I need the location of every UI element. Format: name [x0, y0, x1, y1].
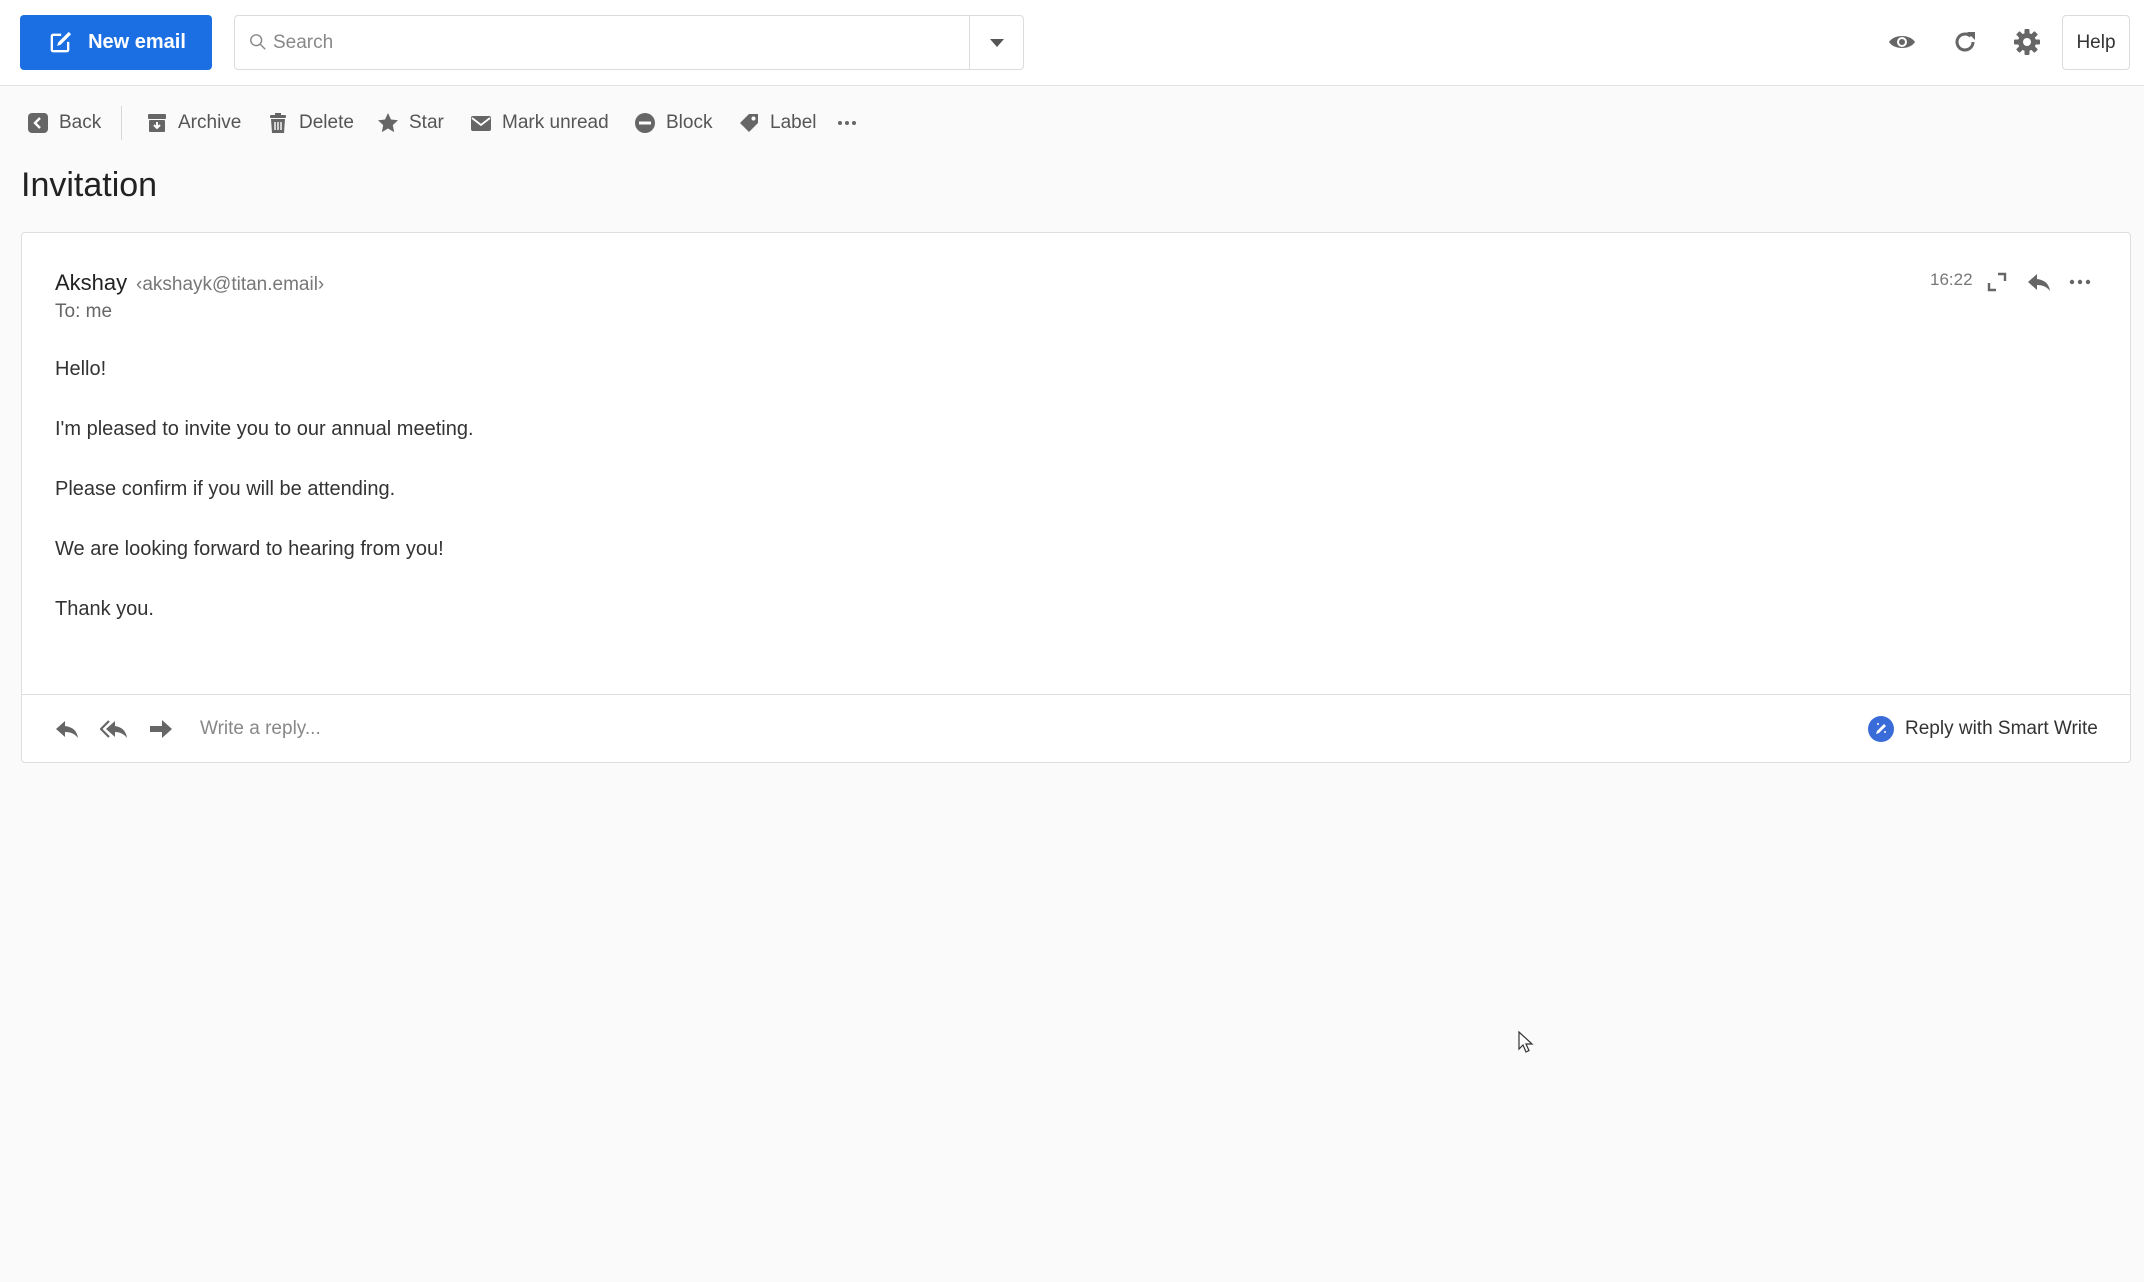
reply-all-icon	[100, 720, 127, 738]
body-line: Thank you.	[55, 598, 154, 620]
reply-action-button[interactable]	[52, 715, 82, 743]
delete-label: Delete	[299, 112, 354, 133]
message-toolbar: Back Archive Delete Star Mark unread Blo…	[0, 100, 2144, 146]
reply-icon	[2028, 274, 2050, 291]
gear-icon	[2014, 29, 2040, 55]
envelope-icon	[471, 116, 491, 131]
compose-icon	[50, 31, 72, 52]
more-horizontal-icon	[2069, 279, 2091, 285]
message-body: Hello! I'm pleased to invite you to our …	[55, 339, 474, 639]
reply-icon	[56, 721, 78, 738]
email-subject: Invitation	[21, 166, 158, 204]
reply-input[interactable]	[200, 709, 1400, 749]
back-button[interactable]: Back	[27, 100, 101, 146]
smart-write-icon	[1868, 716, 1894, 742]
trash-icon	[270, 113, 286, 133]
expand-button[interactable]	[1982, 267, 2012, 297]
top-bar: New email Search Help	[0, 0, 2144, 86]
settings-button[interactable]	[2010, 25, 2044, 59]
archive-button[interactable]: Archive	[146, 100, 241, 146]
archive-icon	[148, 114, 166, 132]
search-options-dropdown[interactable]	[969, 16, 1023, 69]
search-input[interactable]	[273, 16, 963, 69]
forward-button[interactable]	[146, 715, 176, 743]
quick-reply-bar: Reply with Smart Write	[22, 694, 2130, 762]
body-line: Please confirm if you will be attending.	[55, 478, 396, 500]
body-line: We are looking forward to hearing from y…	[55, 538, 444, 560]
sender-email[interactable]: ‹akshayk@titan.email›	[136, 274, 324, 295]
search-icon	[250, 34, 266, 50]
sender-line: Akshay ‹akshayk@titan.email›	[55, 270, 324, 296]
refresh-icon	[1955, 32, 1975, 52]
reply-all-button[interactable]	[99, 715, 129, 743]
new-email-label: New email	[88, 31, 186, 53]
body-line: Hello!	[55, 358, 107, 380]
more-horizontal-icon	[838, 121, 856, 125]
caret-down-icon	[989, 38, 1004, 47]
archive-label: Archive	[178, 112, 242, 133]
tag-icon	[740, 114, 758, 132]
mouse-cursor-icon	[1518, 1031, 1534, 1053]
help-button[interactable]: Help	[2062, 15, 2130, 70]
message-time: 16:22	[1930, 270, 1973, 289]
forward-arrow-icon	[150, 720, 172, 738]
block-icon	[635, 113, 655, 133]
toolbar-divider	[121, 106, 122, 140]
recipient-line: To: me	[55, 301, 113, 322]
star-button[interactable]: Star	[377, 100, 444, 146]
expand-icon	[1987, 272, 2007, 292]
message-card: Akshay ‹akshayk@titan.email› To: me 16:2…	[21, 232, 2131, 763]
label-label: Label	[770, 112, 817, 133]
block-button[interactable]: Block	[634, 100, 712, 146]
label-button[interactable]: Label	[738, 100, 817, 146]
star-label: Star	[409, 112, 444, 133]
back-arrow-icon	[28, 113, 48, 133]
refresh-button[interactable]	[1948, 25, 1982, 59]
mark-unread-label: Mark unread	[502, 112, 609, 133]
reply-button[interactable]	[2024, 267, 2054, 297]
back-label: Back	[59, 112, 102, 133]
body-line: I'm pleased to invite you to our annual …	[55, 418, 474, 440]
eye-icon	[1889, 36, 1915, 48]
block-label: Block	[666, 112, 713, 133]
new-email-button[interactable]: New email	[20, 15, 212, 70]
help-label: Help	[2076, 31, 2116, 53]
message-more-button[interactable]	[2065, 267, 2095, 297]
search-box[interactable]	[234, 15, 1024, 70]
delete-button[interactable]: Delete	[267, 100, 354, 146]
sender-name[interactable]: Akshay	[55, 270, 127, 295]
star-icon	[378, 113, 398, 133]
more-actions-button[interactable]	[836, 100, 858, 146]
smart-write-label: Reply with Smart Write	[1905, 718, 2098, 739]
mark-unread-button[interactable]: Mark unread	[470, 100, 609, 146]
smart-write-button[interactable]: Reply with Smart Write	[1868, 713, 2098, 745]
preview-toggle-button[interactable]	[1885, 25, 1919, 59]
